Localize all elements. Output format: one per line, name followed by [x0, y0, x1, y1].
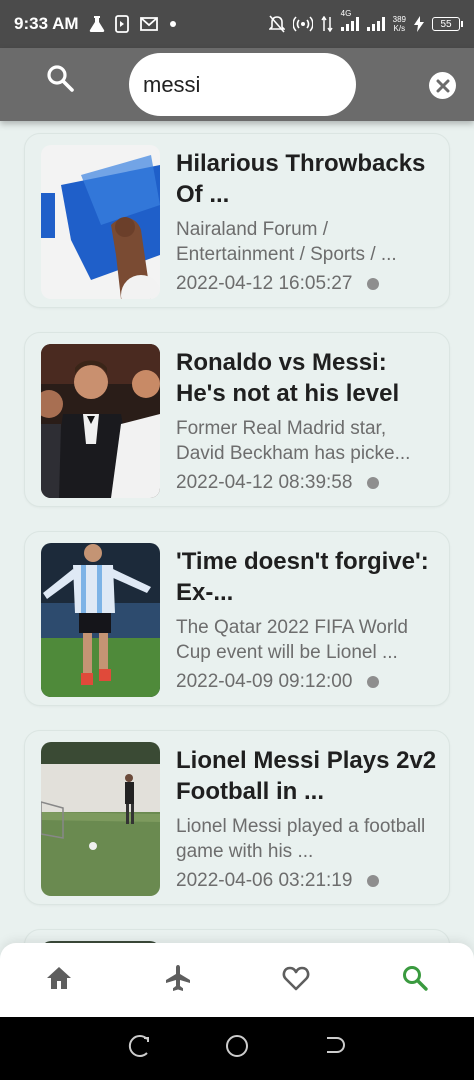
clear-icon[interactable] [429, 72, 456, 99]
article-thumbnail [41, 344, 160, 498]
charging-icon [414, 16, 424, 32]
article-title: Lionel Messi Plays 2v2 Football in ... [176, 747, 437, 805]
net-speed-unit: K/s [393, 24, 406, 33]
net-speed-value: 389 [392, 15, 406, 24]
status-dot-icon [367, 477, 380, 489]
article-timestamp: 2022-04-12 16:05:27 [176, 273, 353, 294]
article-meta: 2022-04-12 08:39:58 [176, 472, 438, 494]
article-description: Lionel Messi played a football game with… [176, 816, 426, 862]
system-nav [0, 1017, 474, 1080]
network-type: 4G [340, 9, 352, 18]
article-description: Nairaland Forum / Entertainment / Sports… [176, 219, 397, 265]
search-input[interactable] [129, 53, 356, 116]
article-meta: 2022-04-06 03:21:19 [176, 870, 438, 892]
hotspot-icon [292, 16, 313, 32]
data-arrows-icon [321, 16, 333, 32]
article-meta: 2022-04-12 16:05:27 [176, 273, 438, 295]
battery-icon: 55 [432, 17, 463, 31]
battery-level: 55 [440, 18, 452, 30]
heart-icon [282, 965, 310, 996]
bottom-nav [0, 943, 474, 1017]
home-button-icon[interactable] [225, 1034, 249, 1063]
airplane-icon [164, 964, 192, 997]
article-card[interactable] [24, 929, 450, 943]
article-meta: 2022-04-09 09:12:00 [176, 671, 438, 693]
article-title: Hilarious Throwbacks Of ... [176, 150, 426, 208]
search-header [0, 48, 474, 121]
status-dot-icon [367, 676, 380, 688]
media-icon [114, 15, 129, 33]
article-description: The Qatar 2022 FIFA World Cup event will… [176, 617, 408, 663]
nav-search[interactable] [356, 943, 474, 1017]
article-card[interactable]: Ronaldo vs Messi: He's not at his level … [24, 332, 450, 507]
nav-favorites[interactable] [237, 943, 356, 1017]
search-icon [401, 964, 429, 997]
flask-icon [89, 15, 105, 33]
search-icon[interactable] [42, 60, 78, 96]
article-timestamp: 2022-04-09 09:12:00 [176, 671, 353, 692]
article-thumbnail [41, 543, 160, 697]
status-dot-icon [367, 278, 380, 290]
back-icon[interactable] [323, 1034, 347, 1063]
net-speed: 389 K/s [393, 15, 406, 33]
article-card[interactable]: Hilarious Throwbacks Of ... Nairaland Fo… [24, 133, 450, 308]
article-timestamp: 2022-04-06 03:21:19 [176, 870, 353, 891]
article-card[interactable]: Lionel Messi Plays 2v2 Football in ... L… [24, 730, 450, 905]
status-bar: 9:33 AM 4G 389 K/s 55 [0, 0, 474, 48]
article-card[interactable]: 'Time doesn't forgive': Ex-... The Qatar… [24, 531, 450, 706]
article-list: Hilarious Throwbacks Of ... Nairaland Fo… [0, 121, 474, 943]
dot-icon [169, 20, 177, 28]
home-icon [45, 965, 73, 996]
status-time: 9:33 AM [14, 14, 79, 33]
article-thumbnail [41, 742, 160, 896]
nav-travel[interactable] [119, 943, 238, 1017]
article-description: Former Real Madrid star, David Beckham h… [176, 418, 411, 464]
recents-icon[interactable] [127, 1034, 151, 1063]
article-timestamp: 2022-04-12 08:39:58 [176, 472, 353, 493]
article-title: Ronaldo vs Messi: He's not at his level [176, 349, 400, 407]
signal-icon [366, 17, 385, 31]
status-dot-icon [367, 875, 380, 887]
article-title: 'Time doesn't forgive': Ex-... [176, 548, 429, 606]
gmail-icon [139, 16, 159, 32]
bell-off-icon [268, 15, 285, 33]
article-thumbnail [41, 145, 160, 299]
signal-icon: 4G [340, 9, 359, 31]
nav-home[interactable] [0, 943, 119, 1017]
